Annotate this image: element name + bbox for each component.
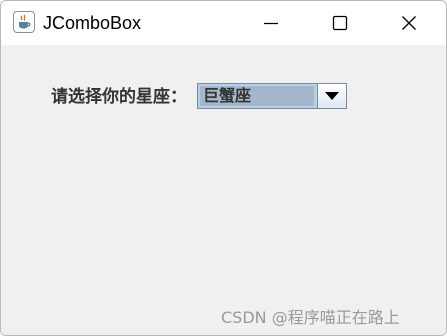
close-icon xyxy=(402,16,416,30)
maximize-icon xyxy=(332,15,348,31)
combo-selected-value[interactable]: 巨蟹座 xyxy=(200,86,314,106)
maximize-button[interactable] xyxy=(317,1,363,45)
minimize-button[interactable] xyxy=(248,1,294,45)
minimize-icon xyxy=(264,22,278,25)
content-panel: 请选择你的星座： 巨蟹座 CSDN @程序喵正在路上 xyxy=(1,45,446,335)
window-title: JComboBox xyxy=(43,13,142,33)
combo-dropdown-button[interactable] xyxy=(317,84,346,108)
java-icon[interactable] xyxy=(13,11,35,33)
application-window: JComboBox 请选择你的星座： 巨蟹座 CSDN @程序喵正在路上 xyxy=(0,0,447,336)
watermark-text: CSDN @程序喵正在路上 xyxy=(221,308,400,327)
title-bar[interactable]: JComboBox xyxy=(1,1,446,45)
close-button[interactable] xyxy=(386,1,432,45)
zodiac-prompt-label: 请选择你的星座： xyxy=(51,87,187,107)
zodiac-combo-box[interactable]: 巨蟹座 xyxy=(197,83,347,109)
triangle-down-icon xyxy=(325,92,339,100)
